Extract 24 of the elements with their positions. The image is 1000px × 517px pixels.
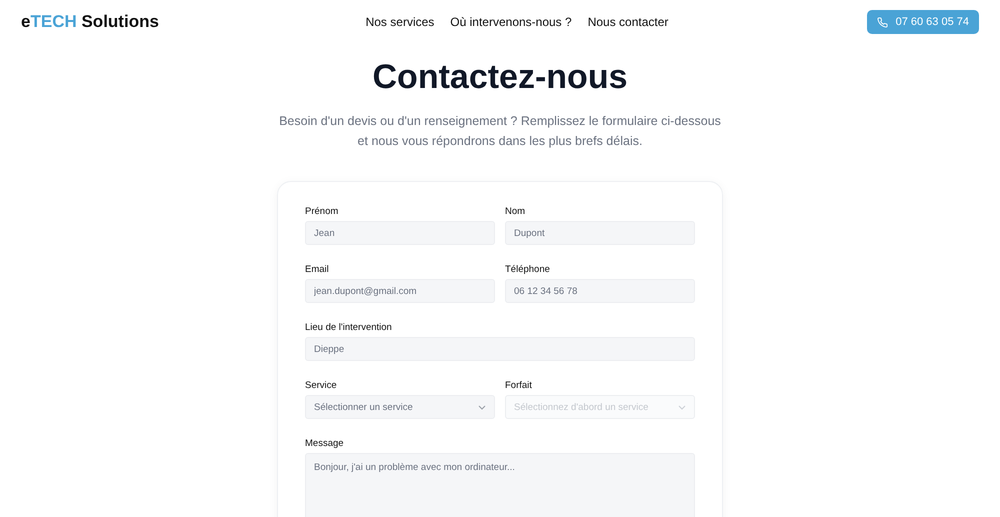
input-field[interactable]: Dieppe	[305, 337, 695, 361]
nav-link[interactable]: Nos services	[366, 15, 434, 29]
chevron-down-icon	[478, 404, 486, 410]
input-field[interactable]: Dupont	[505, 221, 695, 245]
page-title: Contactez-nous	[372, 58, 628, 97]
nav-link[interactable]: Nous contacter	[588, 15, 668, 29]
select-field[interactable]: Sélectionner un service	[305, 395, 495, 419]
field-label: Nom	[505, 206, 526, 217]
nav-link[interactable]: Où intervenons-nous ?	[450, 15, 572, 29]
field-label: Lieu de l'intervention	[305, 322, 393, 333]
phone-icon	[876, 16, 888, 28]
field-label: Message	[305, 438, 345, 449]
input-field[interactable]: 06 12 34 56 78	[505, 279, 695, 303]
chevron-down-icon	[678, 404, 686, 410]
logo[interactable]: eTECH Solutions	[21, 12, 159, 32]
field-label: Service	[305, 380, 338, 391]
input-field[interactable]: jean.dupont@gmail.com	[305, 279, 495, 303]
field-label: Email	[305, 264, 330, 275]
field-label: Forfait	[505, 380, 533, 391]
page-subtitle: Besoin d'un devis ou d'un renseignement ? Remplissez le formulaire ci-dessous et nous vous répondrons dans les plus brefs délais.	[278, 113, 722, 150]
field-label: Prénom	[305, 206, 340, 217]
message-field[interactable]: Bonjour, j'ai un problème avec mon ordinateur...	[305, 453, 695, 517]
input-field[interactable]: Jean	[305, 221, 495, 245]
field-label: Téléphone	[505, 264, 551, 275]
